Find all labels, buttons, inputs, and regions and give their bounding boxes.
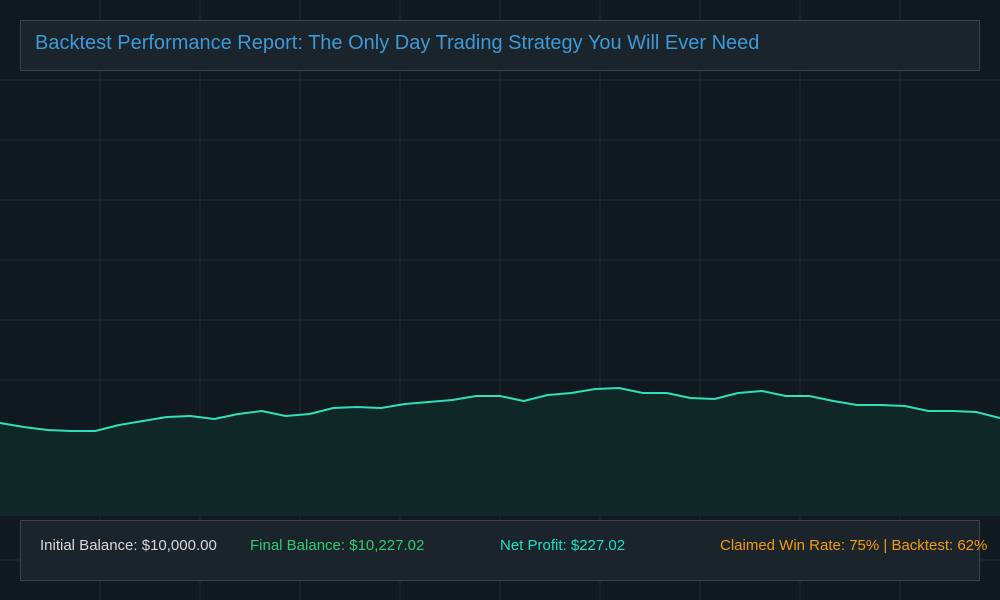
win-rate-stat: Claimed Win Rate: 75% | Backtest: 62% [720, 537, 988, 554]
stats-panel: Initial Balance: $10,000.00 Final Balanc… [20, 520, 987, 581]
report-header: Backtest Performance Report: The Only Da… [20, 20, 980, 71]
initial-balance-stat: Initial Balance: $10,000.00 [40, 537, 217, 554]
equity-chart [0, 0, 1000, 600]
equity-area [0, 388, 1000, 516]
report-title: Backtest Performance Report: The Only Da… [35, 32, 760, 54]
final-balance-stat: Final Balance: $10,227.02 [250, 537, 425, 554]
net-profit-stat: Net Profit: $227.02 [500, 537, 626, 554]
